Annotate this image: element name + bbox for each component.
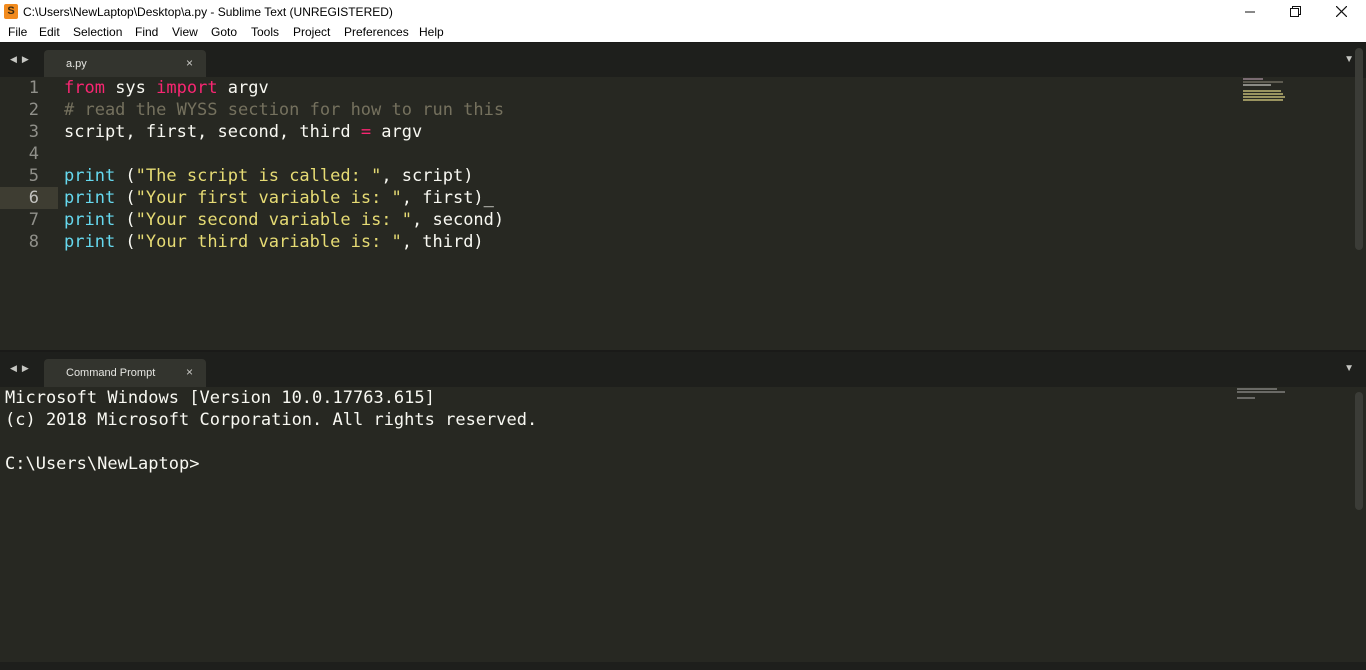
menu-help[interactable]: Help xyxy=(419,25,444,39)
code-token: argv xyxy=(217,78,269,98)
tab-nav-arrows[interactable]: ◀▶ xyxy=(10,54,34,65)
menu-tools[interactable]: Tools xyxy=(251,25,279,39)
code-token: ( xyxy=(115,188,136,208)
line-number: 7 xyxy=(28,210,39,230)
code-line[interactable]: 8 print ("Your third variable is: ", thir… xyxy=(0,231,1356,253)
code-text: print ("Your second variable is: ", seco… xyxy=(64,209,504,231)
code-line[interactable]: 1 from sys import argv xyxy=(0,77,1356,99)
code-text: print ("Your first variable is: ", first… xyxy=(64,187,494,209)
code-token: , script) xyxy=(381,166,474,186)
menu-bar: File Edit Selection Find View Goto Tools… xyxy=(0,23,1366,42)
code-token: ( xyxy=(115,232,136,252)
code-token: print xyxy=(64,210,116,230)
code-token: ( xyxy=(115,210,136,230)
code-text: print ("The script is called: ", script) xyxy=(64,165,473,187)
tab-close-icon[interactable]: × xyxy=(186,56,193,70)
editor-tab-bar: ◀▶ a.py × ▼ xyxy=(0,43,1366,78)
code-token: , second) xyxy=(412,210,505,230)
menu-file[interactable]: File xyxy=(8,25,27,39)
code-text: from sys import argv xyxy=(64,77,269,99)
code-line[interactable]: 3 script, first, second, third = argv xyxy=(0,121,1356,143)
status-bar xyxy=(0,662,1366,670)
line-number: 4 xyxy=(28,144,39,164)
code-token: # read the WYSS section for how to run t… xyxy=(64,100,505,120)
line-number: 6 xyxy=(28,188,39,208)
code-token: ( xyxy=(115,166,136,186)
console-tab-bar: ◀▶ Command Prompt × ▼ xyxy=(0,352,1366,387)
code-token: , first) xyxy=(401,188,484,208)
code-token: "Your third variable is: " xyxy=(135,232,402,252)
tab-label: a.py xyxy=(66,58,87,70)
code-token: print xyxy=(64,232,116,252)
code-line[interactable]: 5 print ("The script is called: ", script… xyxy=(0,165,1356,187)
code-line[interactable]: 7 print ("Your second variable is: ", sec… xyxy=(0,209,1356,231)
restore-button[interactable] xyxy=(1272,0,1318,23)
command-prompt-console[interactable]: Microsoft Windows [Version 10.0.17763.61… xyxy=(0,387,1356,662)
code-token: = xyxy=(360,122,372,142)
editor-minimap[interactable] xyxy=(1243,78,1289,102)
menu-project[interactable]: Project xyxy=(293,25,330,39)
tab-dropdown-icon[interactable]: ▼ xyxy=(1344,363,1354,374)
code-line[interactable]: 2 # read the WYSS section for how to run … xyxy=(0,99,1356,121)
code-line[interactable]: 6 print ("Your first variable is: ", firs… xyxy=(0,187,1356,209)
tab-close-icon[interactable]: × xyxy=(186,365,193,379)
code-token: "Your second variable is: " xyxy=(135,210,413,230)
console-scrollbar[interactable] xyxy=(1355,392,1363,510)
code-token: import xyxy=(156,78,218,98)
code-text: # read the WYSS section for how to run t… xyxy=(64,99,504,121)
sublime-text-icon: S xyxy=(4,4,18,19)
editor-scrollbar[interactable] xyxy=(1355,48,1363,250)
minimize-button[interactable] xyxy=(1227,0,1273,23)
minimize-icon xyxy=(1245,11,1255,12)
line-number: 2 xyxy=(28,100,39,120)
code-token: sys xyxy=(104,78,157,98)
line-number: 5 xyxy=(28,166,39,186)
window-title: C:\Users\NewLaptop\Desktop\a.py - Sublim… xyxy=(23,5,393,19)
menu-selection[interactable]: Selection xyxy=(73,25,122,39)
tab-a-py[interactable]: a.py × xyxy=(44,50,206,78)
code-token: "The script is called: " xyxy=(135,166,382,186)
text-cursor: _ xyxy=(483,188,494,208)
menu-view[interactable]: View xyxy=(172,25,198,39)
code-token: from xyxy=(64,78,105,98)
restore-icon xyxy=(1289,6,1301,17)
code-token: print xyxy=(64,166,116,186)
console-line: (c) 2018 Microsoft Corporation. All righ… xyxy=(5,410,538,430)
line-number: 8 xyxy=(28,232,39,252)
line-number: 1 xyxy=(28,78,39,98)
code-text: script, first, second, third = argv xyxy=(64,121,422,143)
title-bar: S C:\Users\NewLaptop\Desktop\a.py - Subl… xyxy=(0,0,1366,23)
menu-edit[interactable]: Edit xyxy=(39,25,60,39)
menu-find[interactable]: Find xyxy=(135,25,158,39)
code-token: argv xyxy=(371,122,423,142)
tab-dropdown-icon[interactable]: ▼ xyxy=(1344,54,1354,65)
menu-goto[interactable]: Goto xyxy=(211,25,237,39)
tab-label: Command Prompt xyxy=(66,367,156,379)
menu-preferences[interactable]: Preferences xyxy=(344,25,409,39)
code-token: script, first, second, third xyxy=(64,122,361,142)
close-button[interactable] xyxy=(1318,0,1364,23)
console-minimap[interactable] xyxy=(1237,388,1285,400)
code-editor[interactable]: 1 from sys import argv 2 # read the WYSS se… xyxy=(0,77,1356,350)
code-line[interactable]: 4 xyxy=(0,143,1356,165)
line-number: 3 xyxy=(28,122,39,142)
code-text: print ("Your third variable is: ", third… xyxy=(64,231,484,253)
code-token: "Your first variable is: " xyxy=(135,188,402,208)
console-prompt[interactable]: C:\Users\NewLaptop> xyxy=(5,453,199,475)
console-line: Microsoft Windows [Version 10.0.17763.61… xyxy=(5,388,435,408)
code-token: print xyxy=(64,188,116,208)
code-token: , third) xyxy=(401,232,484,252)
console-tab-nav-arrows[interactable]: ◀▶ xyxy=(10,363,34,374)
close-icon xyxy=(1335,6,1347,17)
tab-command-prompt[interactable]: Command Prompt × xyxy=(44,359,206,387)
